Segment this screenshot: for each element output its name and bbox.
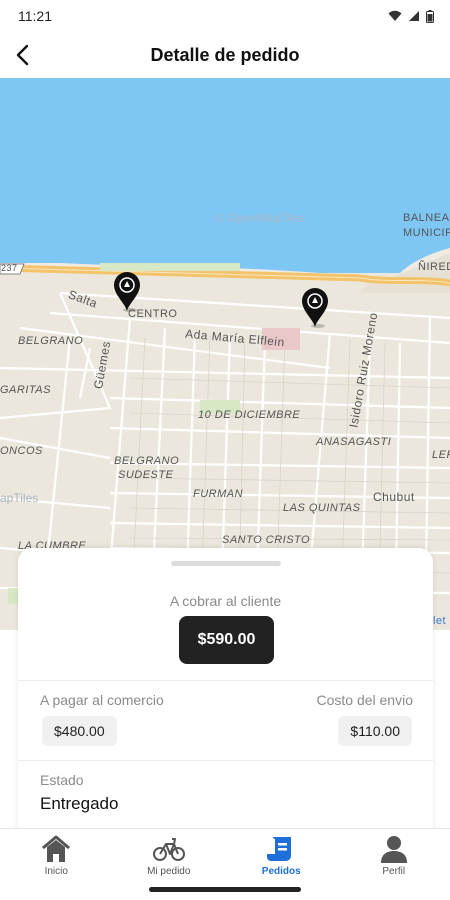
map-label-las-quintas: LAS QUINTAS xyxy=(283,502,361,514)
app-bar: Detalle de pedido xyxy=(0,32,450,78)
sheet-drag-handle[interactable] xyxy=(171,561,281,566)
battery-icon xyxy=(426,9,434,23)
nav-item-perfil[interactable]: Perfil xyxy=(338,829,450,884)
status-icons xyxy=(388,9,434,23)
map-label-santo-cristo: SANTO CRISTO xyxy=(222,534,311,546)
map-attribution: © OpenMapTiles xyxy=(215,211,305,225)
map-label-belgrano-sudeste-2: SUDESTE xyxy=(118,469,174,481)
state-value: Entregado xyxy=(40,794,119,813)
arrow-back-icon xyxy=(16,44,29,66)
nav-item-inicio[interactable]: Inicio xyxy=(0,829,113,884)
map-label-balneario: BALNEA xyxy=(403,212,450,224)
state-label: Estado xyxy=(40,772,84,788)
back-button[interactable] xyxy=(6,38,40,72)
status-bar: 11:21 xyxy=(0,0,450,32)
map-label-oncos: ONCOS xyxy=(0,445,43,457)
bottom-nav: Inicio Mi pedido Pedidos Perfil xyxy=(0,828,450,884)
nav-label-pedidos: Pedidos xyxy=(261,866,301,877)
gesture-handle[interactable] xyxy=(149,887,301,892)
shipping-amount-chip: $110.00 xyxy=(338,716,412,746)
map-label-chubut: Chubut xyxy=(373,490,415,504)
page-title: Detalle de pedido xyxy=(150,44,300,65)
map-road-shield: 237 xyxy=(1,263,18,273)
bicycle-icon xyxy=(152,838,185,861)
map-pin-client[interactable] xyxy=(300,286,330,328)
map-label-belgrano: BELGRANO xyxy=(18,335,84,347)
home-icon xyxy=(42,835,71,862)
map-pin-commerce[interactable] xyxy=(112,270,142,312)
shipping-label: Costo del envio xyxy=(316,692,413,708)
map-label-diciembre: 10 DE DICIEMBRE xyxy=(198,409,301,421)
map-label-ler: LER xyxy=(432,449,450,461)
map-label-municipal: MUNICIPAL xyxy=(403,227,450,239)
divider xyxy=(18,760,433,761)
map-label-anasagasti: ANASAGASTI xyxy=(316,436,392,448)
map-label-nired: ÑIRED xyxy=(418,261,450,273)
map-label-garitas: GARITAS xyxy=(0,384,51,396)
commerce-label: A pagar al comercio xyxy=(40,692,164,708)
nav-label-mi-pedido: Mi pedido xyxy=(147,866,191,877)
orders-icon xyxy=(267,837,292,862)
map-label-tiles-left: apTiles xyxy=(0,491,39,505)
map-label-let: let xyxy=(433,615,447,627)
nav-item-pedidos[interactable]: Pedidos xyxy=(225,829,338,884)
map-label-belgrano-sudeste-1: BELGRANO xyxy=(114,455,180,467)
signal-icon xyxy=(409,11,419,21)
collect-label: A cobrar al cliente xyxy=(169,593,282,609)
nav-label-perfil: Perfil xyxy=(382,866,406,877)
map-label-furman: FURMAN xyxy=(193,488,244,500)
divider xyxy=(18,680,433,681)
status-time: 11:21 xyxy=(18,8,52,24)
order-detail-sheet: A cobrar al cliente $590.00 A pagar al c… xyxy=(18,548,433,833)
person-icon xyxy=(380,836,407,863)
nav-label-inicio: Inicio xyxy=(44,866,68,877)
commerce-amount-chip: $480.00 xyxy=(42,716,117,746)
wifi-icon xyxy=(388,10,402,21)
nav-item-mi-pedido[interactable]: Mi pedido xyxy=(113,829,226,884)
collect-amount-badge: $590.00 xyxy=(179,616,274,664)
